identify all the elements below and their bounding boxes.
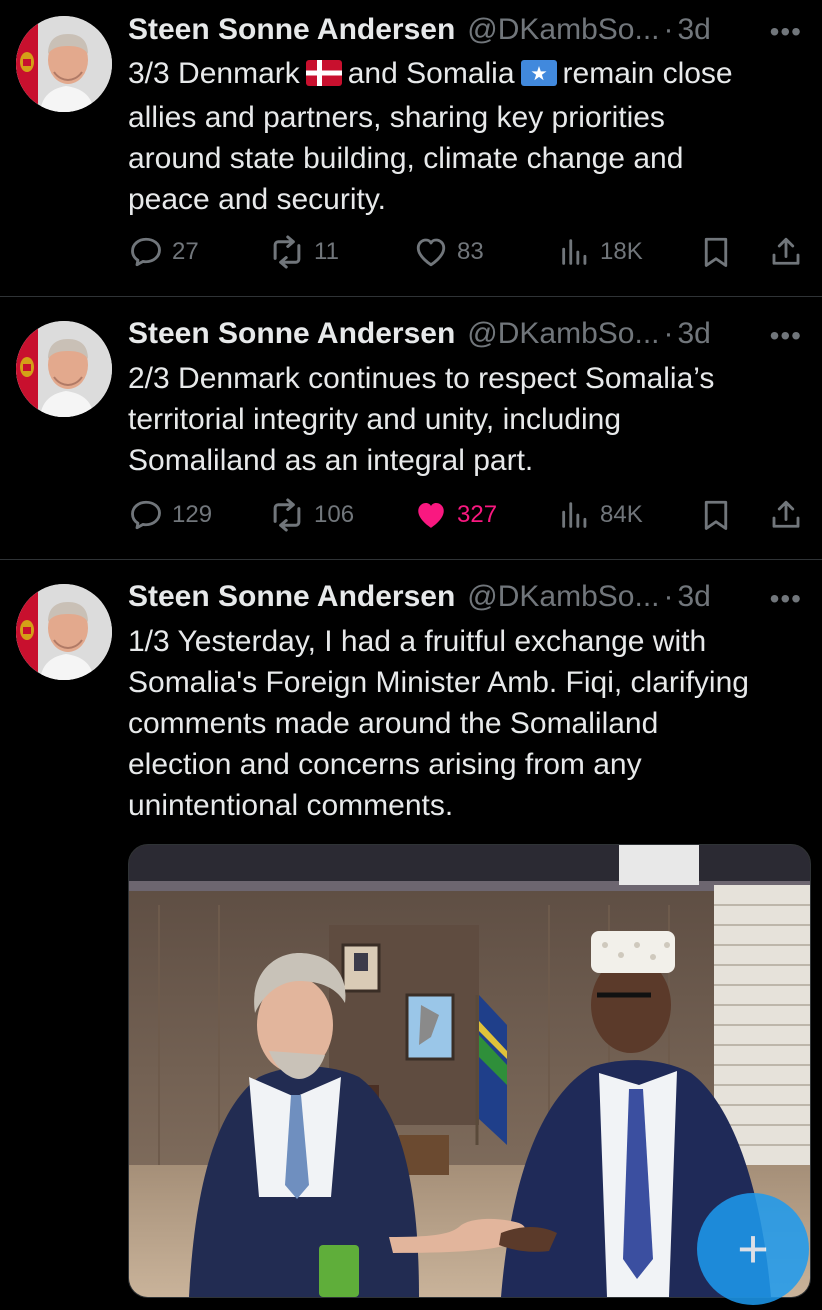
bookmark-icon [698, 497, 734, 533]
share-icon [768, 497, 804, 533]
views-button[interactable]: 18K [558, 232, 643, 272]
share-icon [768, 234, 804, 270]
tweet-header: Steen Sonne Andersen @DKambSo... · 3d ••… [128, 316, 802, 352]
reply-icon [128, 234, 164, 270]
tweet-2[interactable]: Steen Sonne Andersen @DKambSo... · 3d ••… [0, 297, 822, 560]
bookmark-button[interactable] [698, 495, 742, 535]
retweet-icon [268, 233, 306, 271]
tweet-1[interactable]: Steen Sonne Andersen @DKambSo... · 3d ••… [0, 0, 822, 297]
share-button[interactable] [768, 495, 812, 535]
separator-dot: · [663, 580, 674, 613]
like-count: 83 [457, 238, 484, 265]
avatar-image [16, 321, 112, 417]
avatar-image [16, 16, 112, 112]
avatar[interactable] [16, 16, 112, 112]
like-count: 327 [457, 501, 498, 528]
author-name[interactable]: Steen Sonne Andersen [128, 13, 455, 47]
more-icon[interactable]: ••• [770, 16, 802, 48]
views-count: 18K [600, 238, 643, 265]
denmark-flag-icon [305, 56, 342, 97]
retweet-count: 11 [314, 238, 339, 265]
tweet-text: 1/3 Yesterday, I had a fruitful exchange… [128, 625, 749, 822]
author-handle[interactable]: @DKambSo... [467, 317, 659, 351]
compose-button[interactable]: + [697, 1193, 809, 1305]
views-icon [558, 498, 592, 532]
tweet-text: 3/3 Denmark and Somalia remain close allie… [128, 53, 798, 220]
reply-button[interactable]: 129 [128, 495, 212, 535]
like-button[interactable]: 327 [413, 495, 497, 535]
tweet-3[interactable]: Steen Sonne Andersen @DKambSo... · 3d ••… [0, 560, 822, 1310]
timestamp[interactable]: 3d [677, 580, 710, 614]
action-bar: 27 11 83 18K [128, 232, 806, 272]
tweet-text-part-1: 3/3 Denmark [128, 57, 300, 90]
somalia-flag-icon [520, 56, 557, 97]
retweet-icon [268, 496, 306, 534]
compose-icon: + [737, 1219, 769, 1279]
separator-dot: · [663, 13, 674, 46]
timestamp[interactable]: 3d [677, 317, 710, 351]
reply-count: 129 [172, 501, 213, 528]
retweet-button[interactable]: 106 [268, 495, 354, 535]
bookmark-icon [698, 234, 734, 270]
avatar[interactable] [16, 321, 112, 417]
avatar-image [16, 584, 112, 680]
views-button[interactable]: 84K [558, 495, 643, 535]
reply-button[interactable]: 27 [128, 232, 199, 272]
author-handle[interactable]: @DKambSo... [467, 580, 659, 614]
avatar[interactable] [16, 584, 112, 680]
author-name[interactable]: Steen Sonne Andersen [128, 317, 455, 351]
heart-icon [413, 234, 449, 270]
views-count: 84K [600, 501, 643, 528]
reply-count: 27 [172, 238, 199, 265]
views-icon [558, 235, 592, 269]
share-button[interactable] [768, 232, 812, 272]
reply-icon [128, 497, 164, 533]
tweet-header: Steen Sonne Andersen @DKambSo... · 3d ••… [128, 12, 802, 48]
author-handle[interactable]: @DKambSo... [467, 13, 659, 47]
tweet-text: 2/3 Denmark continues to respect Somalia… [128, 362, 715, 477]
timestamp[interactable]: 3d [677, 13, 710, 47]
tweet-header: Steen Sonne Andersen @DKambSo... · 3d ••… [128, 579, 802, 615]
more-icon[interactable]: ••• [770, 583, 802, 615]
separator-dot: · [663, 317, 674, 350]
author-name[interactable]: Steen Sonne Andersen [128, 580, 455, 614]
like-button[interactable]: 83 [413, 232, 484, 272]
bookmark-button[interactable] [698, 232, 742, 272]
action-bar: 129 106 327 84K [128, 495, 806, 535]
retweet-button[interactable]: 11 [268, 232, 339, 272]
tweet-text-part-2: and Somalia [347, 57, 515, 90]
more-icon[interactable]: ••• [770, 320, 802, 352]
retweet-count: 106 [314, 501, 355, 528]
heart-filled-icon [413, 497, 449, 533]
